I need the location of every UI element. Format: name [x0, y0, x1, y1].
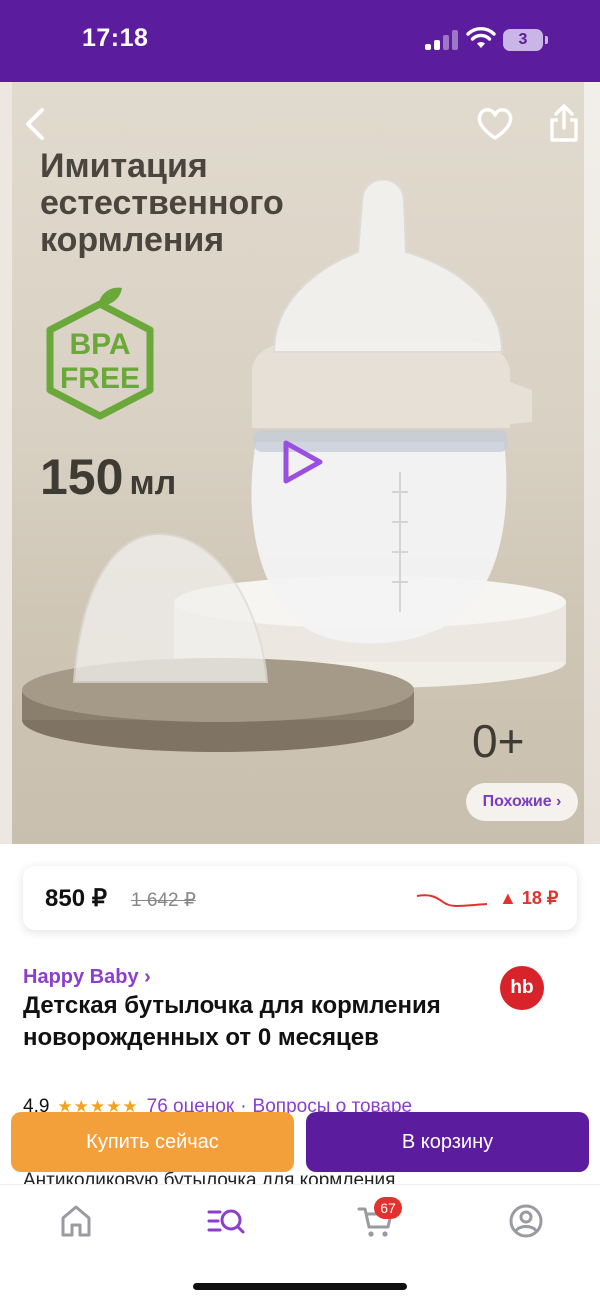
price-history-sparkline [416, 894, 488, 907]
current-price: 850 ₽ [45, 885, 107, 912]
tab-profile-icon[interactable] [506, 1201, 546, 1241]
price-change-badge: ▲ 18 ₽ [499, 888, 559, 908]
next-image-peek [584, 82, 600, 844]
play-video-icon[interactable] [276, 437, 326, 487]
brand-link[interactable]: Happy Baby › [23, 966, 151, 989]
product-title: Детская бутылочка для кормления новорожд… [23, 992, 441, 1051]
buy-now-button[interactable]: Купить сейчас [11, 1112, 294, 1172]
battery-tip [545, 36, 548, 44]
previous-image-peek [0, 82, 12, 844]
bpa-free-badge: BPA FREE [46, 287, 154, 420]
share-icon[interactable] [546, 102, 582, 144]
product-image-gallery[interactable]: Имитация естественного кормления BPA FRE… [0, 82, 600, 844]
back-icon[interactable] [20, 104, 50, 144]
status-bar: 17:18 3 [0, 0, 600, 82]
battery-indicator: 3 [503, 29, 543, 51]
tab-home-icon[interactable] [56, 1201, 96, 1241]
similar-products-button[interactable]: Похожие › [466, 783, 578, 821]
brand-logo[interactable]: hb [500, 966, 544, 1010]
wifi-icon [466, 27, 496, 48]
cart-count-badge: 67 [374, 1197, 402, 1219]
price-card[interactable]: 850 ₽ 1 642 ₽ ▲ 18 ₽ [23, 866, 577, 930]
age-label: 0+ [472, 715, 525, 767]
bottom-tab-bar: 67 [0, 1184, 600, 1300]
home-indicator [193, 1283, 407, 1290]
volume-label: 150 мл [40, 448, 176, 506]
free-text: FREE [60, 362, 140, 395]
add-to-cart-button[interactable]: В корзину [306, 1112, 589, 1172]
status-time: 17:18 [82, 24, 149, 52]
volume-unit: мл [129, 464, 177, 502]
favorite-heart-icon[interactable] [476, 106, 514, 142]
cellular-signal-icon [425, 30, 459, 50]
hero-headline: Имитация естественного кормления [40, 147, 284, 259]
tab-catalog-search-icon[interactable] [206, 1201, 246, 1241]
volume-number: 150 [40, 449, 124, 505]
bpa-text: BPA [69, 328, 130, 361]
old-price: 1 642 ₽ [131, 890, 196, 911]
